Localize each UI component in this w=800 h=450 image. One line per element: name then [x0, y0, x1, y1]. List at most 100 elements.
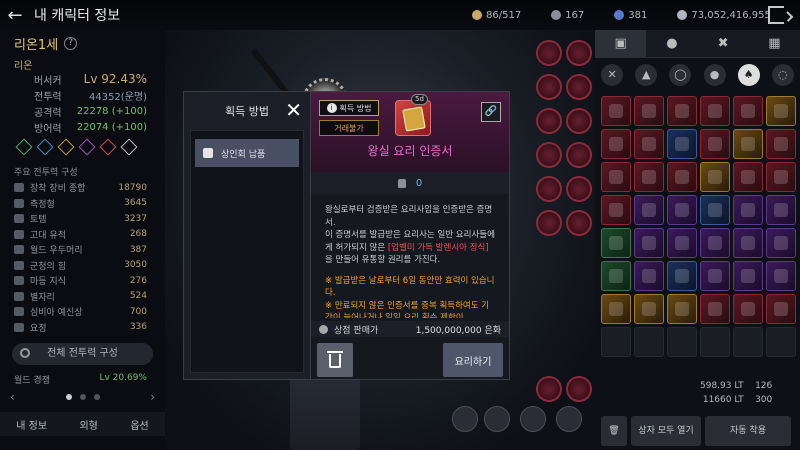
tab-box[interactable]: ▦: [748, 30, 800, 58]
inventory-slot[interactable]: [766, 129, 796, 159]
inventory-slot[interactable]: [700, 96, 730, 126]
close-icon[interactable]: ✕: [285, 98, 302, 122]
inventory-slot[interactable]: [634, 96, 664, 126]
inventory-slot[interactable]: [667, 294, 697, 324]
inventory-slot[interactable]: [766, 261, 796, 291]
inventory-slot[interactable]: [700, 261, 730, 291]
inventory-slot[interactable]: [733, 261, 763, 291]
chevron-left-icon[interactable]: ‹: [10, 390, 15, 404]
inventory-slot[interactable]: [766, 228, 796, 258]
inventory-slot-empty[interactable]: [766, 327, 796, 357]
skill-slot[interactable]: [484, 406, 510, 432]
inventory-slot[interactable]: [733, 294, 763, 324]
exit-icon[interactable]: [768, 6, 784, 24]
equip-slot[interactable]: [536, 376, 562, 402]
inventory-slot[interactable]: [667, 162, 697, 192]
help-icon[interactable]: ?: [64, 37, 78, 50]
inventory-slot[interactable]: [733, 228, 763, 258]
inventory-slot[interactable]: [601, 228, 631, 258]
chevron-right-icon[interactable]: ›: [150, 390, 155, 404]
inventory-slot[interactable]: [601, 261, 631, 291]
inventory-slot-empty[interactable]: [667, 327, 697, 357]
equip-slot[interactable]: [536, 142, 562, 168]
inventory-slot[interactable]: [667, 96, 697, 126]
skill-slot[interactable]: [452, 406, 478, 432]
potion-filter-icon[interactable]: ●: [703, 64, 726, 86]
element-gem-icon[interactable]: [15, 138, 33, 156]
inventory-slot[interactable]: [601, 162, 631, 192]
equip-slot[interactable]: [566, 142, 592, 168]
inventory-slot-empty[interactable]: [601, 327, 631, 357]
inventory-slot[interactable]: [700, 294, 730, 324]
back-arrow-icon[interactable]: ←: [0, 5, 30, 26]
armor-filter-icon[interactable]: ▲: [635, 64, 658, 86]
element-gem-icon[interactable]: [78, 138, 96, 156]
inventory-slot[interactable]: [667, 129, 697, 159]
tab-appearance[interactable]: 외형: [79, 417, 97, 432]
page-dot[interactable]: [79, 394, 86, 400]
open-all-boxes-button[interactable]: 상자 모두 열기: [631, 416, 701, 446]
equip-slot[interactable]: [566, 210, 592, 236]
trash-icon[interactable]: [317, 343, 353, 377]
inventory-slot[interactable]: [601, 96, 631, 126]
element-gem-icon[interactable]: [120, 138, 138, 156]
inventory-slot[interactable]: [766, 162, 796, 192]
tab-figure[interactable]: ●: [646, 30, 698, 58]
inventory-slot[interactable]: [634, 294, 664, 324]
misc-filter-icon[interactable]: ◌: [771, 64, 794, 86]
equip-slot[interactable]: [566, 376, 592, 402]
full-power-button[interactable]: 전체 전투력 구성: [12, 343, 153, 365]
equip-slot[interactable]: [536, 176, 562, 202]
page-dot[interactable]: [93, 394, 100, 400]
inventory-slot[interactable]: [601, 129, 631, 159]
inventory-slot[interactable]: [733, 162, 763, 192]
auto-equip-button[interactable]: 자동 착용: [705, 416, 791, 446]
tab-tools[interactable]: ✖: [697, 30, 749, 58]
inventory-slot[interactable]: [766, 195, 796, 225]
inventory-slot[interactable]: [634, 195, 664, 225]
skill-slot[interactable]: [556, 406, 582, 432]
inventory-slot[interactable]: [634, 129, 664, 159]
inventory-slot[interactable]: [667, 261, 697, 291]
inventory-slot[interactable]: [700, 129, 730, 159]
inventory-slot[interactable]: [667, 228, 697, 258]
element-gem-icon[interactable]: [57, 138, 75, 156]
inventory-slot[interactable]: [634, 261, 664, 291]
element-gem-icon[interactable]: [36, 138, 54, 156]
inventory-slot[interactable]: [700, 195, 730, 225]
acquire-source-item[interactable]: 상인회 납품: [195, 139, 299, 167]
equip-slot[interactable]: [536, 210, 562, 236]
element-gem-icon[interactable]: [99, 138, 117, 156]
equip-slot[interactable]: [566, 176, 592, 202]
inventory-slot-empty[interactable]: [700, 327, 730, 357]
inventory-slot-empty[interactable]: [733, 327, 763, 357]
equip-slot[interactable]: [536, 74, 562, 100]
inventory-slot[interactable]: [733, 195, 763, 225]
inventory-slot[interactable]: [733, 96, 763, 126]
acquire-method-tag[interactable]: i 획득 방법: [319, 100, 379, 116]
equip-slot[interactable]: [566, 74, 592, 100]
accessory-filter-icon[interactable]: ◯: [669, 64, 692, 86]
inventory-slot[interactable]: [667, 195, 697, 225]
equip-slot[interactable]: [566, 108, 592, 134]
all-filter-icon[interactable]: ♠: [737, 64, 760, 86]
inventory-slot[interactable]: [700, 228, 730, 258]
inventory-slot[interactable]: [601, 294, 631, 324]
inventory-slot[interactable]: [766, 294, 796, 324]
equip-slot[interactable]: [536, 40, 562, 66]
link-icon[interactable]: 🔗: [481, 102, 501, 122]
trash-button[interactable]: 🗑: [601, 416, 627, 446]
page-dot[interactable]: [65, 394, 72, 400]
cook-button[interactable]: 요리하기: [443, 343, 503, 377]
inventory-slot[interactable]: [700, 162, 730, 192]
inventory-slot[interactable]: [766, 96, 796, 126]
inventory-slot[interactable]: [634, 162, 664, 192]
inventory-slot[interactable]: [601, 195, 631, 225]
inventory-slot-empty[interactable]: [634, 327, 664, 357]
weapon-filter-icon[interactable]: ✕: [601, 64, 624, 86]
tab-options[interactable]: 옵션: [130, 417, 148, 432]
equip-slot[interactable]: [536, 108, 562, 134]
tab-bag[interactable]: ▣: [595, 30, 647, 58]
equip-slot[interactable]: [566, 40, 592, 66]
inventory-slot[interactable]: [733, 129, 763, 159]
